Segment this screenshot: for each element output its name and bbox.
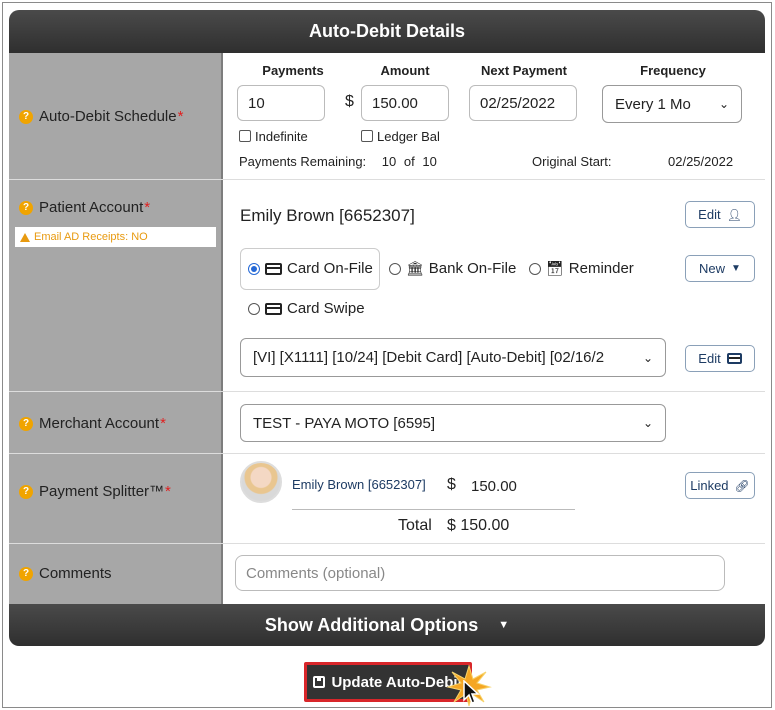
splitter-row: ? Payment Splitter™* Emily Brown [665230… — [9, 454, 765, 544]
caret-down-icon: ▼ — [498, 619, 510, 631]
card-select[interactable]: [VI] [X1111] [10/24] [Debit Card] [Auto-… — [240, 338, 666, 377]
patient-name: Emily Brown [6652307] — [240, 206, 415, 225]
payments-header: Payments — [262, 63, 324, 78]
credit-card-icon — [265, 302, 282, 315]
chevron-down-icon: ⌄ — [718, 97, 729, 111]
total-value: $ 150.00 — [447, 517, 510, 534]
new-payment-method-button[interactable]: New ▼ — [685, 255, 755, 282]
merchant-select[interactable]: TEST - PAYA MOTO [6595] ⌄ — [240, 404, 666, 442]
amount-input[interactable]: 150.00 — [361, 85, 449, 121]
patient-row: ? Patient Account* Email AD Receipts: NO… — [9, 180, 765, 392]
original-start-value: 02/25/2022 — [668, 154, 734, 169]
option-reminder[interactable]: 📅︎ Reminder — [529, 260, 634, 277]
radio-selected-icon — [248, 262, 260, 275]
required-mark: * — [160, 415, 166, 432]
card-value: [VI] [X1111] [10/24] [Debit Card] [Auto-… — [253, 349, 605, 366]
update-auto-debit-label: Update Auto-Debit — [331, 673, 463, 691]
splitter-amount[interactable]: 150.00 — [471, 478, 517, 495]
payments-input[interactable]: 10 — [237, 85, 325, 121]
splitter-currency: $ — [447, 476, 456, 493]
link-icon: 🔗︎ — [734, 478, 750, 493]
patient-label: Patient Account — [39, 199, 144, 216]
frequency-value: Every 1 Mo — [615, 95, 691, 113]
comments-label: Comments — [39, 565, 112, 582]
patient-label-cell: ? Patient Account* Email AD Receipts: NO — [9, 180, 223, 391]
radio-icon — [248, 302, 260, 315]
show-additional-options-label: Show Additional Options — [264, 614, 479, 635]
merchant-value: TEST - PAYA MOTO [6595] — [253, 414, 436, 432]
merchant-row: ? Merchant Account* TEST - PAYA MOTO [65… — [9, 392, 765, 454]
radio-icon — [389, 262, 401, 275]
radio-icon — [529, 262, 541, 275]
option-card-swipe[interactable]: Card Swipe — [248, 300, 365, 317]
credit-card-icon — [265, 262, 282, 275]
chevron-down-icon: ⌄ — [642, 350, 653, 365]
save-icon — [313, 676, 326, 688]
splitter-label: Payment Splitter™ — [39, 483, 165, 500]
linked-button[interactable]: Linked 🔗︎ — [685, 472, 755, 499]
option-bank-on-file[interactable]: 🏛︎ Bank On-File — [389, 260, 516, 277]
help-icon[interactable]: ? — [19, 484, 33, 499]
schedule-label-cell: ? Auto-Debit Schedule* — [9, 53, 223, 179]
next-payment-header: Next Payment — [481, 63, 567, 78]
chevron-down-icon: ⌄ — [642, 416, 653, 430]
amount-header: Amount — [380, 63, 430, 78]
payments-remaining: Payments Remaining: 10 of 10 — [239, 154, 437, 169]
ledger-bal-checkbox[interactable]: Ledger Bal — [361, 129, 440, 144]
amount-currency: $ — [345, 93, 354, 110]
frequency-select[interactable]: Every 1 Mo ⌄ — [602, 85, 742, 123]
splitter-person-link[interactable]: Emily Brown [6652307] — [292, 477, 426, 492]
credit-card-icon — [726, 353, 742, 364]
mouse-cursor-icon — [463, 680, 480, 704]
comments-input[interactable]: Comments (optional) — [235, 555, 725, 591]
total-label: Total — [398, 517, 432, 534]
edit-card-button[interactable]: Edit — [685, 345, 755, 372]
panel-header: Auto-Debit Details — [9, 10, 765, 53]
edit-patient-button[interactable]: Edit 👤︎ — [685, 201, 755, 228]
help-icon[interactable]: ? — [19, 416, 33, 431]
user-icon: 👤︎ — [726, 207, 742, 222]
schedule-row: ? Auto-Debit Schedule* Payments Amount N… — [9, 53, 765, 180]
help-icon[interactable]: ? — [19, 200, 33, 215]
required-mark: * — [144, 199, 151, 216]
help-icon[interactable]: ? — [19, 566, 33, 581]
calendar-icon: 📅︎ — [546, 260, 564, 276]
checkbox-icon — [361, 130, 373, 142]
email-receipts-warning: Email AD Receipts: NO — [15, 227, 216, 247]
option-card-on-file[interactable]: Card On-File — [248, 260, 373, 277]
merchant-label: Merchant Account — [39, 415, 160, 432]
warning-icon — [20, 232, 30, 242]
splitter-label-cell: ? Payment Splitter™* — [9, 454, 223, 543]
required-mark: * — [177, 108, 184, 125]
next-payment-input[interactable]: 02/25/2022 — [469, 85, 577, 121]
checkbox-icon — [239, 130, 251, 142]
indefinite-checkbox[interactable]: Indefinite — [239, 129, 308, 144]
avatar — [240, 461, 282, 503]
frequency-header: Frequency — [640, 63, 706, 78]
comments-label-cell: ? Comments — [9, 544, 223, 604]
schedule-label: Auto-Debit Schedule — [39, 108, 177, 125]
panel-title: Auto-Debit Details — [308, 21, 465, 41]
required-mark: * — [165, 483, 171, 500]
merchant-label-cell: ? Merchant Account* — [9, 392, 223, 453]
original-start-label: Original Start: — [532, 154, 612, 169]
show-additional-options-toggle[interactable]: Show Additional Options ▼ — [9, 604, 765, 646]
total-divider — [292, 509, 575, 510]
bank-icon: 🏛︎ — [406, 260, 424, 276]
comments-row: ? Comments Comments (optional) — [9, 544, 765, 604]
caret-down-icon: ▼ — [731, 263, 741, 274]
help-icon[interactable]: ? — [19, 109, 33, 124]
